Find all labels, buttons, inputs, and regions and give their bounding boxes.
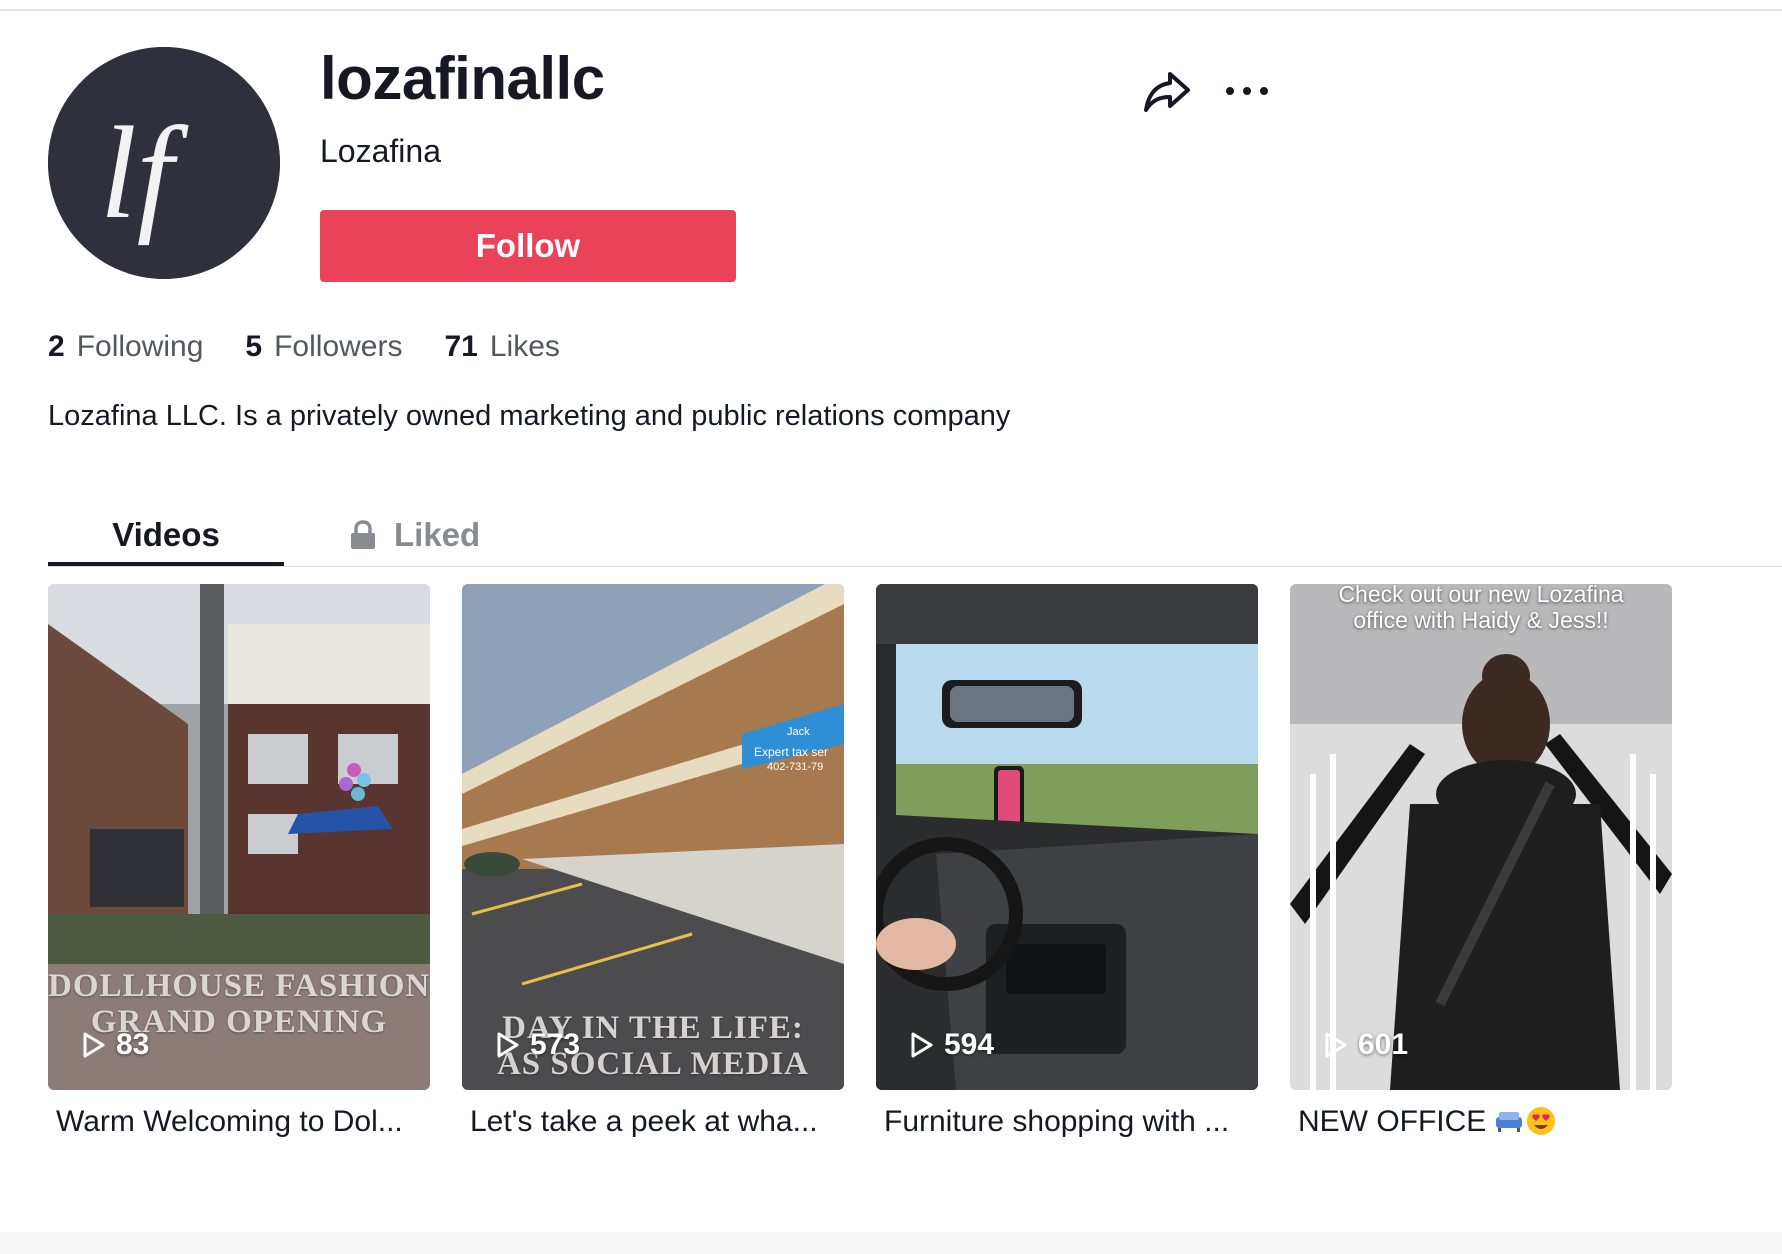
svg-text:Jack: Jack [787,726,810,738]
video-card[interactable]: Jack Expert tax ser 402-731-79 DAY IN TH… [462,584,844,1090]
play-icon [497,1032,519,1058]
tab-liked-label: Liked [394,516,481,553]
followers-label: Followers [274,330,403,363]
lock-icon [351,520,375,549]
video-caption[interactable]: NEW OFFICE [1298,1105,1680,1139]
view-count-value: 573 [530,1028,581,1061]
video-caption[interactable]: Let's take a peek at wha... [470,1105,852,1139]
video-card[interactable]: DOLLHOUSE FASHION GRAND OPENING 83 [48,584,430,1090]
view-count-value: 601 [1358,1028,1409,1061]
video-card[interactable]: Check out our new Lozafina office with H… [1290,584,1672,1090]
tab-liked[interactable]: Liked [350,504,490,566]
tabs-divider [48,566,1782,567]
stat-following[interactable]: 2 Following [48,330,203,364]
view-count: 573 [496,1028,580,1062]
likes-count: 71 [444,330,478,363]
view-count-value: 594 [944,1028,995,1061]
following-count: 2 [48,330,65,363]
view-count: 594 [910,1028,994,1062]
video-thumbnail [876,584,1258,1090]
ellipsis-icon[interactable] [1222,76,1272,106]
profile-username: lozafinallc [320,45,605,112]
share-arrow-icon[interactable] [1140,66,1194,116]
video-caption[interactable]: Furniture shopping with ... [884,1105,1266,1139]
play-icon [1325,1032,1347,1058]
overlay-title-line1: DOLLHOUSE FASHION [48,968,430,1004]
overlay-caption-line2: office with Haidy & Jess!! [1353,607,1609,633]
view-count: 83 [82,1028,149,1062]
tab-videos[interactable]: Videos [48,504,284,566]
view-count: 601 [1324,1028,1408,1062]
likes-label: Likes [489,330,560,363]
top-divider [0,9,1782,11]
heart-eyes-emoji-icon [1527,1107,1556,1135]
profile-nickname: Lozafina [320,133,441,169]
profile-stats: 2 Following 5 Followers 71 Likes [48,330,602,364]
couch-emoji-icon [1496,1112,1523,1132]
video-caption-text: NEW OFFICE [1298,1105,1487,1138]
profile-bio: Lozafina LLC. Is a privately owned marke… [48,400,1011,432]
play-icon [83,1032,105,1058]
play-icon [911,1032,933,1058]
follow-button[interactable]: Follow [320,210,736,282]
svg-text:Expert tax ser: Expert tax ser [754,745,828,759]
page-footer-band [0,1232,1782,1254]
video-caption[interactable]: Warm Welcoming to Dol... [56,1105,438,1139]
svg-text:402-731-79: 402-731-79 [767,761,823,773]
video-thumbnail [1290,584,1672,1090]
stat-followers[interactable]: 5 Followers [245,330,402,364]
following-label: Following [76,330,204,363]
profile-avatar[interactable]: lf [48,47,280,279]
view-count-value: 83 [116,1028,150,1061]
lf-logo: lf [48,47,280,279]
video-card[interactable]: 594 [876,584,1258,1090]
stat-likes: 71 Likes [444,330,559,364]
followers-count: 5 [245,330,263,363]
